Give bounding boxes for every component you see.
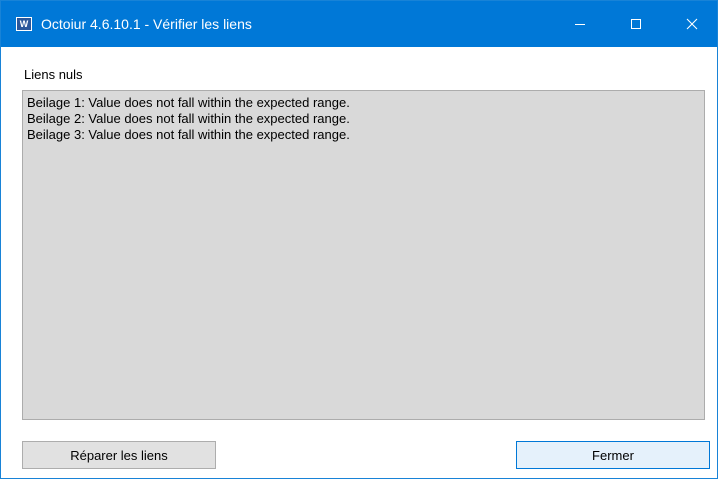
list-item[interactable]: Beilage 3: Value does not fall within th… <box>27 127 700 143</box>
close-button[interactable]: Fermer <box>516 441 710 469</box>
window-title: Octoiur 4.6.10.1 - Vérifier les liens <box>41 16 252 32</box>
dialog-window: W Octoiur 4.6.10.1 - Vérifier les liens … <box>0 0 718 479</box>
close-window-button[interactable] <box>669 1 715 47</box>
list-item[interactable]: Beilage 1: Value does not fall within th… <box>27 95 700 111</box>
maximize-icon <box>631 19 641 29</box>
minimize-button[interactable] <box>557 1 603 47</box>
word-icon: W <box>16 17 32 31</box>
repair-links-button[interactable]: Réparer les liens <box>22 441 216 469</box>
close-icon <box>686 18 698 30</box>
maximize-button[interactable] <box>613 1 659 47</box>
broken-links-list[interactable]: Beilage 1: Value does not fall within th… <box>22 90 705 420</box>
broken-links-label: Liens nuls <box>24 67 83 82</box>
title-bar[interactable]: W Octoiur 4.6.10.1 - Vérifier les liens <box>1 1 717 47</box>
list-item[interactable]: Beilage 2: Value does not fall within th… <box>27 111 700 127</box>
minimize-icon <box>575 24 585 25</box>
